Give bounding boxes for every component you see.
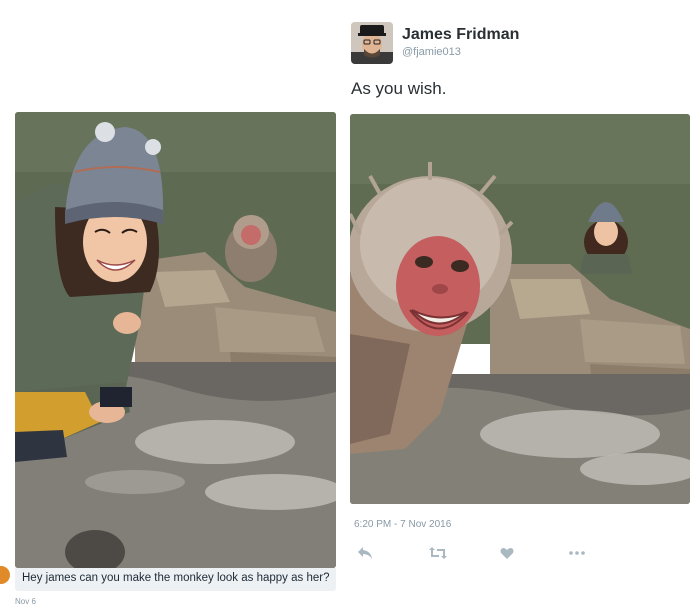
tweet-timestamp[interactable]: 6:20 PM - 7 Nov 2016 [354, 519, 451, 530]
comment-date: Nov 6 [15, 597, 36, 606]
request-comment: Hey james can you make the monkey look a… [22, 572, 330, 584]
commenter-avatar[interactable] [0, 566, 10, 584]
tweet-text: As you wish. [351, 79, 447, 98]
retweet-button[interactable] [423, 542, 453, 564]
retweet-icon [429, 547, 447, 559]
heart-icon [500, 547, 514, 559]
avatar-image [351, 22, 393, 64]
more-button[interactable] [562, 542, 592, 564]
original-photo[interactable] [15, 112, 336, 568]
edited-photo[interactable] [350, 114, 690, 504]
user-handle[interactable]: @fjamie013 [402, 46, 461, 58]
like-button[interactable] [492, 542, 522, 564]
display-name[interactable]: James Fridman [402, 26, 519, 44]
avatar[interactable] [351, 22, 393, 64]
reply-button[interactable] [350, 542, 380, 564]
more-dots-icon [569, 551, 585, 555]
reply-icon [358, 547, 372, 559]
tweet-actions [350, 542, 690, 564]
